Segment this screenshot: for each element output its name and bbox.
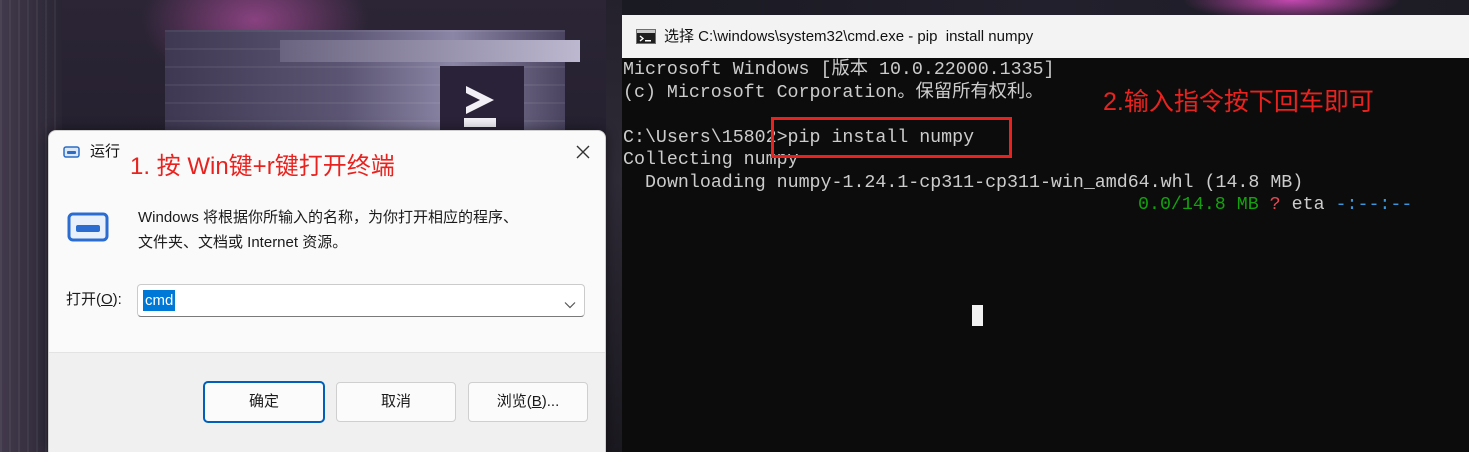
open-combobox[interactable]: cmd	[137, 284, 585, 317]
browse-button[interactable]: 浏览(B)...	[468, 382, 588, 422]
console-output: Microsoft Windows [版本 10.0.22000.1335] (…	[623, 59, 1412, 217]
text-cursor	[972, 305, 983, 326]
progress-eta-value: -:--:--	[1335, 195, 1413, 215]
console-line-version: Microsoft Windows [版本 10.0.22000.1335]	[623, 60, 1055, 80]
run-dialog-title: 运行	[90, 143, 121, 160]
progress-rate: ?	[1269, 195, 1281, 215]
open-combobox-value[interactable]: cmd	[143, 290, 176, 311]
annotation-step1: 1. 按 Win键+r键打开终端	[130, 153, 395, 180]
description-line: 文件夹、文档或 Internet 资源。	[138, 234, 348, 251]
console-line-command: C:\Users\15802>pip install numpy	[623, 127, 975, 148]
browse-label-suffix: )...	[541, 393, 560, 410]
open-label-suffix: ):	[112, 291, 122, 308]
command-highlight-box	[771, 117, 1012, 158]
cmd-window: 选择 C:\windows\system32\cmd.exe - pip ins…	[622, 15, 1469, 452]
chevron-down-icon[interactable]	[564, 296, 576, 314]
cancel-button[interactable]: 取消	[336, 382, 456, 422]
run-icon	[63, 145, 80, 163]
cmd-titlebar[interactable]: 选择 C:\windows\system32\cmd.exe - pip ins…	[622, 15, 1469, 58]
description-line: Windows 将根据你所输入的名称，为你打开相应的程序、	[138, 209, 519, 226]
screen: 选择 C:\windows\system32\cmd.exe - pip ins…	[0, 0, 1469, 452]
run-dialog-description: Windows 将根据你所输入的名称，为你打开相应的程序、 文件夹、文档或 In…	[138, 205, 598, 255]
browse-label-mnemonic: B	[531, 393, 542, 410]
console-line-progress: 0.0/14.8 MB ? eta -:--:--	[623, 194, 1412, 217]
console-line-collecting: Collecting numpy	[623, 150, 799, 170]
open-label-prefix: 打开(	[66, 291, 101, 308]
wallpaper-top-strip	[622, 0, 1469, 15]
open-label: 打开(O):	[66, 290, 122, 310]
annotation-step2: 2.输入指令按下回车即可	[1103, 88, 1374, 116]
wallpaper-logo-icon	[460, 84, 500, 135]
progress-size: 0.0/14.8 MB	[1138, 195, 1259, 215]
console-icon	[636, 29, 656, 49]
cmd-window-title: 选择 C:\windows\system32\cmd.exe - pip ins…	[664, 28, 1034, 45]
progress-eta-label: eta	[1291, 195, 1325, 215]
ok-button[interactable]: 确定	[204, 382, 324, 422]
open-label-mnemonic: O	[101, 291, 113, 308]
wallpaper-neon-glow	[1182, 0, 1402, 15]
run-dialog-footer: 确定 取消 浏览(B)...	[49, 352, 605, 452]
browse-label-prefix: 浏览(	[496, 393, 532, 410]
run-icon	[66, 210, 110, 251]
console-line-downloading: Downloading numpy-1.24.1-cp311-cp311-win…	[645, 172, 1304, 193]
wallpaper-gap-strip	[606, 0, 622, 452]
close-icon[interactable]	[573, 142, 593, 162]
wallpaper-building-slab	[280, 40, 580, 62]
